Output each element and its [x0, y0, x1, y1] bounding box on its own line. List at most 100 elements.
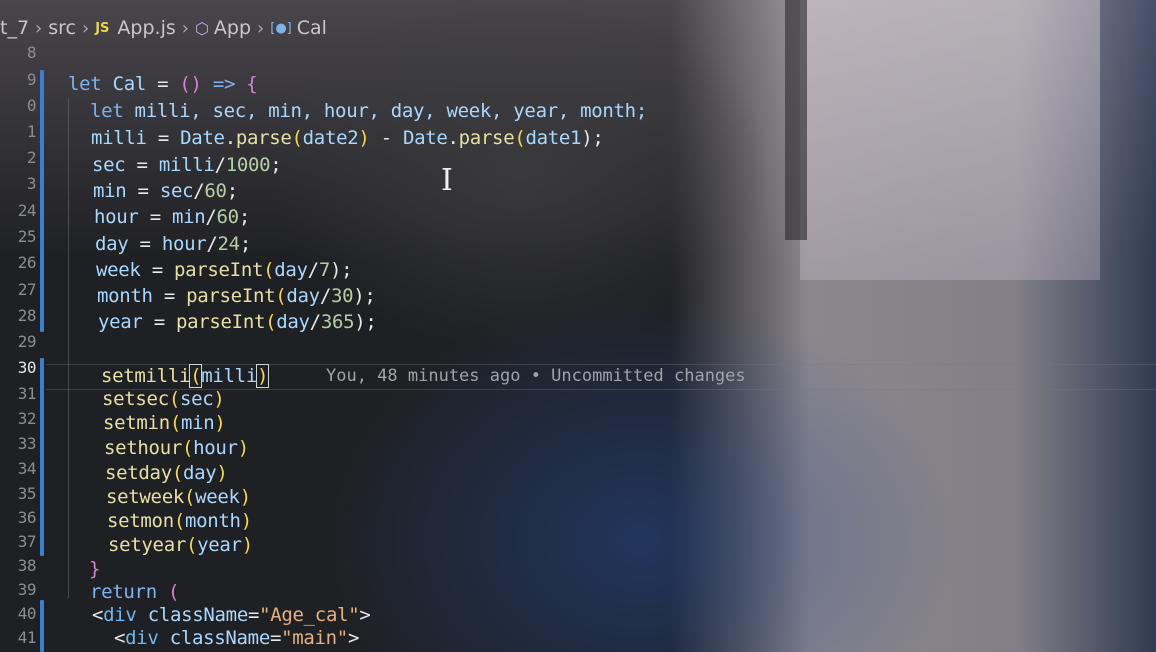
code-line: day = hour/24; [95, 232, 251, 256]
git-modified-indicator[interactable] [40, 70, 44, 332]
token: div [103, 604, 137, 626]
breadcrumb-symbol[interactable]: ⬡ App [195, 17, 251, 39]
line-number: 38 [17, 556, 37, 575]
code-line: setday(day) [105, 461, 228, 485]
token: => [201, 73, 247, 95]
token: setmilli [101, 365, 191, 387]
code-line: return ( [90, 580, 179, 604]
token: ); [353, 285, 376, 307]
token: ) [240, 510, 252, 532]
chevron-right-icon: › [35, 17, 43, 39]
cube-icon: ⬡ [194, 18, 209, 38]
token: ); [581, 127, 604, 149]
line-number: 25 [17, 227, 37, 246]
code-line: let Cal = () => { [68, 72, 258, 96]
token: = [146, 127, 181, 149]
git-modified-indicator[interactable] [40, 358, 44, 556]
code-line: setmin(min) [103, 411, 226, 435]
breadcrumb-symbol-label: App [213, 17, 252, 39]
token: let [68, 73, 102, 95]
token: ) [216, 462, 228, 484]
token: "main" [281, 627, 348, 649]
line-number: 31 [17, 384, 37, 403]
breadcrumb-root[interactable]: t_7 [0, 17, 29, 39]
token: . [224, 127, 236, 149]
breadcrumb-sub-symbol[interactable]: [●] Cal [270, 17, 327, 39]
line-number: 41 [17, 628, 37, 647]
token: day [286, 285, 320, 307]
token: / [214, 154, 226, 176]
line-number: 33 [17, 434, 37, 453]
token: = [145, 73, 180, 95]
token: date1 [525, 127, 582, 149]
line-number: 8 [26, 43, 37, 62]
token: month [184, 510, 241, 532]
code-line: sethour(hour) [104, 436, 249, 460]
token: parseInt [186, 285, 276, 307]
token: ) [214, 412, 226, 434]
breadcrumb-folder[interactable]: src [48, 17, 76, 39]
token: () [179, 73, 202, 95]
token: day [274, 259, 308, 281]
git-modified-indicator[interactable] [40, 600, 44, 652]
token: ); [329, 259, 353, 281]
token: week [96, 259, 141, 281]
token: sec [92, 154, 126, 176]
token: > [359, 604, 371, 626]
breadcrumb-file[interactable]: JS App.js [95, 17, 176, 39]
token: ( [263, 259, 275, 281]
code-line: min = sec/60; [93, 179, 238, 203]
token: = [247, 604, 260, 626]
token: hour [193, 437, 238, 459]
line-number: 35 [17, 484, 37, 503]
code-editor[interactable]: t_7 › src › JS App.js › ⬡ App › [●] Cal … [0, 0, 1156, 652]
code-line: setyear(year) [108, 533, 253, 557]
line-number-gutter: 8 9 0 1 2 3 24 25 26 27 28 29 30 31 32 3… [0, 40, 40, 652]
token: month [97, 285, 153, 307]
token: day [276, 311, 310, 333]
token: "Age_cal" [259, 604, 360, 626]
line-number: 27 [17, 280, 37, 299]
token: > [347, 627, 360, 649]
code-line: setmon(month) [107, 509, 252, 533]
token: setyear [108, 534, 186, 556]
token: < [114, 627, 126, 649]
token: parseInt [173, 259, 264, 281]
code-line: month = parseInt(day/30); [97, 284, 376, 308]
line-number: 34 [17, 459, 37, 478]
token: = [138, 206, 172, 228]
code-line: year = parseInt(day/365); [98, 310, 377, 334]
token: year [197, 534, 242, 556]
code-line: let milli, sec, min, hour, day, week, ye… [90, 99, 647, 123]
token: ) [237, 437, 249, 459]
token: week [195, 486, 240, 508]
chevron-right-icon: › [257, 17, 265, 39]
line-number: 2 [26, 148, 37, 167]
token: ; [226, 180, 238, 202]
token: setsec [102, 388, 169, 410]
token: . [447, 127, 459, 149]
code-line: hour = min/60; [94, 205, 250, 229]
token: let [90, 100, 124, 122]
token: ( [189, 364, 203, 388]
token: / [205, 206, 217, 228]
line-number: 26 [17, 253, 37, 272]
indent-guide [68, 98, 69, 598]
line-number: 24 [17, 201, 37, 220]
token: = [128, 233, 162, 255]
code-line: <div className="main"> [114, 626, 359, 650]
token: - [369, 127, 403, 149]
token: sethour [104, 437, 182, 459]
token: = [140, 259, 174, 281]
line-number: 29 [17, 332, 37, 351]
git-blame-annotation[interactable]: You, 48 minutes ago • Uncommitted change… [326, 366, 746, 386]
token: day [95, 233, 129, 255]
token: setweek [106, 486, 184, 508]
token: = [152, 285, 187, 307]
token: ( [514, 127, 526, 149]
token: ( [168, 388, 180, 410]
token: { [246, 73, 258, 95]
line-number: 39 [17, 580, 37, 599]
token: min [180, 412, 215, 434]
